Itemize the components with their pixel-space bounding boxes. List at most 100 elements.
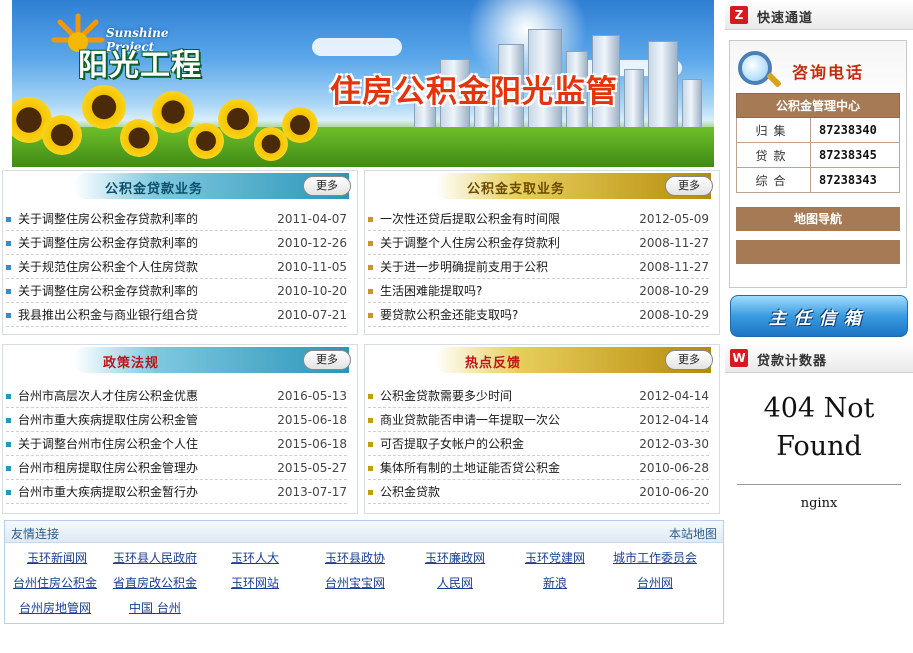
list-item: 关于调整住房公积金存贷款利率的 2011-04-07 (6, 207, 347, 231)
item-link[interactable]: 商业贷款能否申请一年提取一次公 (380, 408, 570, 432)
sunshine-project-logo: Sunshine Project 阳光工程 (48, 10, 218, 83)
friend-link[interactable]: 玉环廉政网 (425, 549, 485, 566)
list-item: 关于进一步明确提前支用于公积 2008-11-27 (368, 255, 709, 279)
quick-access-label: 快速通道 (757, 11, 814, 26)
loan-calculator-frame: 404 Not Found nginx (729, 376, 909, 626)
bullet-icon (6, 241, 11, 246)
bullet-icon (368, 442, 373, 447)
friend-link[interactable]: 台州住房公积金 (13, 574, 97, 591)
phone-number: 87238340 (810, 117, 900, 143)
list-item: 台州市高层次人才住房公积金优惠 2016-05-13 (6, 384, 347, 408)
loan-calculator-icon: W (730, 349, 748, 367)
item-date: 2016-05-13 (277, 389, 347, 403)
loan-calculator-label: 贷款计数器 (757, 354, 828, 369)
item-date: 2010-10-20 (277, 284, 347, 298)
item-link[interactable]: 关于调整个人住房公积金存贷款利 (380, 231, 570, 255)
list-item: 台州市重大疾病提取住房公积金管 2015-06-18 (6, 408, 347, 432)
list-item: 一次性还贷后提取公积金有时间限 2012-05-09 (368, 207, 709, 231)
friend-link[interactable]: 玉环县政协 (325, 549, 385, 566)
phone-table-header: 公积金管理中心 (736, 93, 900, 118)
phone-label: 贷款 (736, 142, 811, 168)
item-date: 2010-12-26 (277, 236, 347, 250)
phone-label: 综合 (736, 167, 811, 193)
item-link[interactable]: 台州市重大疾病提取住房公积金管 (18, 408, 208, 432)
friend-link[interactable]: 台州房地管网 (19, 599, 91, 616)
friend-link[interactable]: 玉环县人民政府 (113, 549, 197, 566)
panel-loans: 公积金贷款业务 更多 关于调整住房公积金存贷款利率的 2011-04-07 关于调… (2, 170, 358, 335)
friend-link[interactable]: 玉环新闻网 (27, 549, 87, 566)
friend-link[interactable]: 城市工作委员会 (613, 549, 697, 566)
logo-chinese: 阳光工程 (78, 48, 202, 83)
friend-link[interactable]: 玉环党建网 (525, 549, 585, 566)
friend-link[interactable]: 台州宝宝网 (325, 574, 385, 591)
panel-title: 政策法规 (103, 356, 160, 371)
bullet-icon (368, 313, 373, 318)
mailbox-label: 主任信箱 (769, 309, 869, 329)
item-link[interactable]: 公积金贷款 (380, 480, 570, 504)
magnifier-handle-icon (766, 72, 782, 88)
panel-policy: 政策法规 更多 台州市高层次人才住房公积金优惠 2016-05-13 台州市重大疾… (2, 344, 358, 514)
director-mailbox-button[interactable]: 主任信箱 (730, 295, 908, 337)
friend-link[interactable]: 人民网 (437, 574, 473, 591)
bullet-icon (6, 289, 11, 294)
item-link[interactable]: 台州市租房提取住房公积金管理办 (18, 456, 208, 480)
panel-withdraw: 公积金支取业务 更多 一次性还贷后提取公积金有时间限 2012-05-09 关于调… (364, 170, 720, 335)
divider (737, 484, 901, 485)
consult-phone-box: 咨询电话 公积金管理中心 归集 87238340 贷款 87238345 综合 … (729, 40, 907, 288)
friend-links: 友情连接 本站地图 玉环新闻网 玉环县人民政府 玉环人大 玉环县政协 玉环廉政网… (4, 520, 724, 624)
right-sidebar: Z 快速通道 咨询电话 公积金管理中心 归集 87238340 贷款 87238… (725, 0, 913, 653)
item-link[interactable]: 关于调整台州市住房公积金个人住 (18, 432, 208, 456)
panel-title: 公积金贷款业务 (105, 182, 204, 197)
item-date: 2012-04-14 (639, 389, 709, 403)
item-date: 2008-11-27 (639, 236, 709, 250)
more-button[interactable]: 更多 (665, 350, 713, 370)
item-link[interactable]: 我县推出公积金与商业银行组合贷 (18, 303, 208, 327)
friend-link[interactable]: 玉环人大 (231, 549, 279, 566)
bullet-icon (6, 313, 11, 318)
banner: Sunshine Project 阳光工程 住房公积金阳光监管 (12, 0, 714, 167)
bullet-icon (368, 265, 373, 270)
item-link[interactable]: 关于调整住房公积金存贷款利率的 (18, 231, 208, 255)
bullet-icon (368, 466, 373, 471)
item-link[interactable]: 关于进一步明确提前支用于公积 (380, 255, 570, 279)
item-link[interactable]: 台州市重大疾病提取公积金暂行办 (18, 480, 208, 504)
consult-title: 咨询电话 (792, 63, 865, 82)
item-date: 2012-03-30 (639, 437, 709, 451)
item-link[interactable]: 可否提取子女帐户的公积金 (380, 432, 570, 456)
item-link[interactable]: 公积金贷款需要多少时间 (380, 384, 570, 408)
item-date: 2010-06-20 (639, 485, 709, 499)
item-link[interactable]: 关于规范住房公积金个人住房贷款 (18, 255, 208, 279)
item-date: 2010-11-05 (277, 260, 347, 274)
magnifier-icon (738, 51, 772, 85)
item-link[interactable]: 生活困难能提取吗? (380, 279, 570, 303)
bullet-icon (368, 217, 373, 222)
more-button[interactable]: 更多 (303, 350, 351, 370)
item-link[interactable]: 关于调整住房公积金存贷款利率的 (18, 207, 208, 231)
cloud (312, 38, 402, 56)
friend-link[interactable]: 新浪 (543, 574, 567, 591)
more-button[interactable]: 更多 (665, 176, 713, 196)
item-link[interactable]: 一次性还贷后提取公积金有时间限 (380, 207, 570, 231)
news-list: 关于调整住房公积金存贷款利率的 2011-04-07 关于调整住房公积金存贷款利率… (3, 203, 357, 327)
map-navigation-button[interactable]: 地图导航 (736, 207, 900, 231)
bullet-icon (368, 394, 373, 399)
friend-link[interactable]: 玉环网站 (231, 574, 279, 591)
item-date: 2010-06-28 (639, 461, 709, 475)
banner-title: 住房公积金阳光监管 (330, 74, 618, 110)
friend-link[interactable]: 中国 台州 (129, 599, 181, 616)
item-link[interactable]: 台州市高层次人才住房公积金优惠 (18, 384, 208, 408)
item-link[interactable]: 要贷款公积金还能支取吗? (380, 303, 570, 327)
panel-header: 热点反馈 更多 (365, 345, 719, 377)
list-item: 公积金贷款 2010-06-20 (368, 480, 709, 504)
item-link[interactable]: 集体所有制的土地证能否贷公积金 (380, 456, 570, 480)
list-item: 可否提取子女帐户的公积金 2012-03-30 (368, 432, 709, 456)
item-date: 2011-04-07 (277, 212, 347, 226)
friend-link[interactable]: 台州网 (637, 574, 673, 591)
item-link[interactable]: 关于调整住房公积金存贷款利率的 (18, 279, 208, 303)
more-button[interactable]: 更多 (303, 176, 351, 196)
list-item: 关于规范住房公积金个人住房贷款 2010-11-05 (6, 255, 347, 279)
bullet-icon (368, 418, 373, 423)
sitemap-link[interactable]: 本站地图 (669, 525, 717, 542)
bullet-icon (368, 241, 373, 246)
friend-link[interactable]: 省直房改公积金 (113, 574, 197, 591)
